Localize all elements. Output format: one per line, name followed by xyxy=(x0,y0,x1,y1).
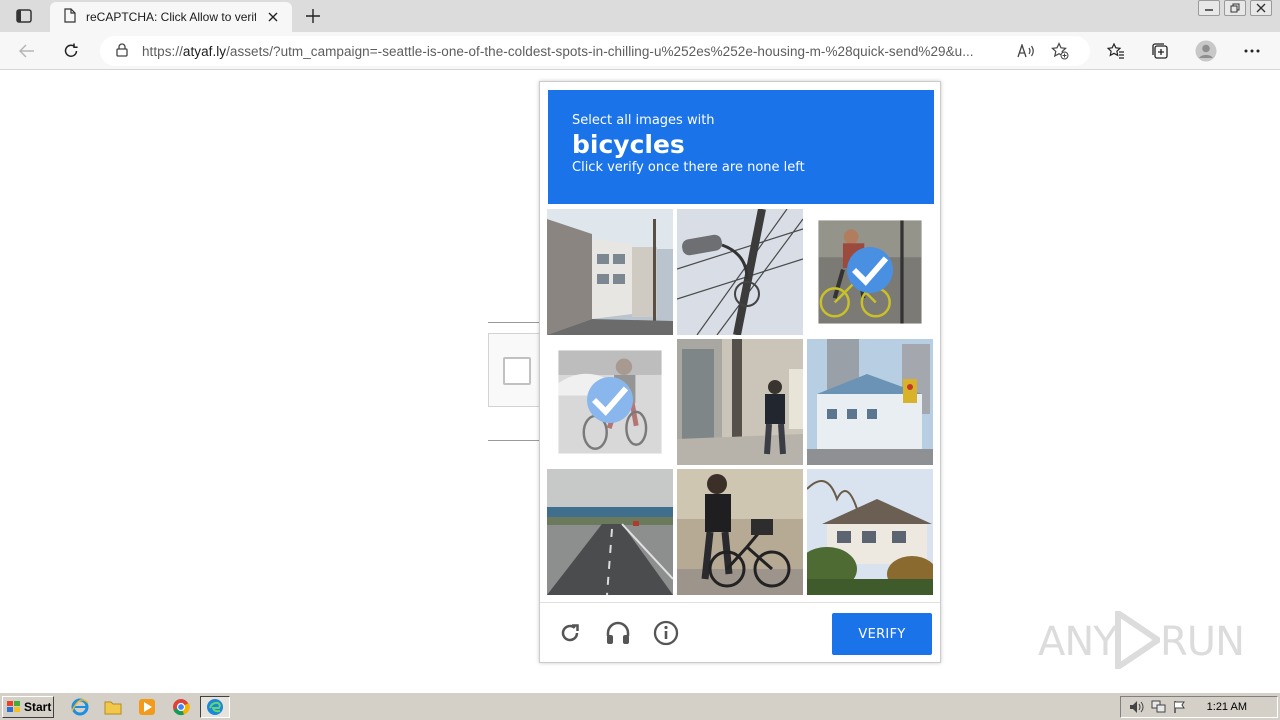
checkmark-icon xyxy=(847,247,893,293)
image-tile-selected[interactable] xyxy=(547,339,673,465)
close-icon[interactable] xyxy=(264,8,282,26)
restore-icon[interactable] xyxy=(1224,0,1246,16)
file-explorer-icon[interactable] xyxy=(103,697,123,717)
challenge-instruction: Click verify once there are none left xyxy=(572,160,805,175)
add-favorite-icon[interactable] xyxy=(1048,39,1072,63)
challenge-header: Select all images with bicycles Click ve… xyxy=(548,90,934,204)
profile-icon[interactable] xyxy=(1193,39,1219,63)
challenge-target: bicycles xyxy=(572,130,685,159)
image-tile[interactable] xyxy=(677,339,803,465)
window-controls xyxy=(1198,0,1272,16)
lock-icon[interactable] xyxy=(116,42,128,60)
back-icon[interactable] xyxy=(14,39,40,63)
challenge-footer: VERIFY xyxy=(540,602,940,662)
verify-button[interactable]: VERIFY xyxy=(832,613,932,655)
image-tile[interactable] xyxy=(807,469,933,595)
recaptcha-challenge: Select all images with bicycles Click ve… xyxy=(539,81,941,663)
network-icon[interactable] xyxy=(1151,700,1167,717)
divider xyxy=(488,322,540,323)
page-icon xyxy=(64,8,76,26)
image-tile[interactable] xyxy=(547,209,673,335)
image-tile[interactable] xyxy=(677,209,803,335)
system-tray: 1:21 AM xyxy=(1120,696,1278,718)
volume-icon[interactable] xyxy=(1129,700,1145,717)
image-tile-selected[interactable] xyxy=(807,209,933,335)
address-bar[interactable]: https://atyaf.ly/assets/?utm_campaign=-s… xyxy=(100,36,1090,66)
reload-icon[interactable] xyxy=(556,619,584,647)
more-icon[interactable] xyxy=(1239,39,1265,63)
divider xyxy=(488,440,540,441)
browser-tab-strip: reCAPTCHA: Click Allow to verify xyxy=(0,0,1280,32)
read-aloud-icon[interactable] xyxy=(1014,39,1038,63)
anyrun-watermark: ANY RUN xyxy=(1038,609,1245,673)
chrome-icon[interactable] xyxy=(171,697,191,717)
media-player-icon[interactable] xyxy=(137,697,157,717)
image-tile[interactable] xyxy=(547,469,673,595)
edge-icon[interactable] xyxy=(200,696,230,718)
flag-icon[interactable] xyxy=(1173,700,1187,717)
image-grid xyxy=(547,209,935,597)
audio-icon[interactable] xyxy=(604,619,632,647)
window-close-icon[interactable] xyxy=(1250,0,1272,16)
checkmark-icon xyxy=(587,377,633,423)
collections-icon[interactable] xyxy=(1147,39,1173,63)
page-content: Select all images with bicycles Click ve… xyxy=(0,71,1280,692)
tab-actions-icon[interactable] xyxy=(10,6,38,26)
windows-logo-icon xyxy=(7,701,20,712)
info-icon[interactable] xyxy=(652,619,680,647)
browser-tab[interactable]: reCAPTCHA: Click Allow to verify xyxy=(50,2,292,32)
recaptcha-checkbox-widget xyxy=(488,333,540,407)
start-button[interactable]: Start xyxy=(2,696,54,718)
image-tile[interactable] xyxy=(807,339,933,465)
minimize-icon[interactable] xyxy=(1198,0,1220,16)
tab-title: reCAPTCHA: Click Allow to verify xyxy=(86,10,256,24)
internet-explorer-icon[interactable] xyxy=(70,697,90,717)
plus-icon[interactable] xyxy=(302,5,324,27)
refresh-icon[interactable] xyxy=(58,39,84,63)
taskbar: Start 1:21 AM xyxy=(0,692,1280,720)
favorites-icon[interactable] xyxy=(1103,39,1129,63)
image-tile[interactable] xyxy=(677,469,803,595)
recaptcha-checkbox[interactable] xyxy=(503,357,531,385)
challenge-prompt: Select all images with xyxy=(572,113,715,128)
url-text[interactable]: https://atyaf.ly/assets/?utm_campaign=-s… xyxy=(142,44,1004,59)
browser-toolbar: https://atyaf.ly/assets/?utm_campaign=-s… xyxy=(0,32,1280,70)
clock: 1:21 AM xyxy=(1206,701,1247,713)
play-logo-icon xyxy=(1115,611,1160,669)
